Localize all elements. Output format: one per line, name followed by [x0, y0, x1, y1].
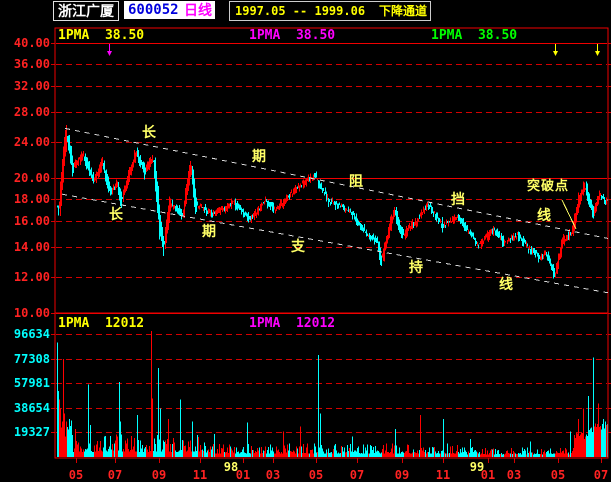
price-ma-label-3: 1PMA 38.50 — [431, 28, 518, 43]
candlestick-series[interactable] — [57, 125, 608, 279]
price-axis-label-28.00: 28.00 — [13, 105, 50, 119]
price-axis-label-36.00: 36.00 — [13, 57, 50, 71]
breakout-point-label: 突破点 — [527, 178, 570, 193]
support-line-label-char: 持 — [409, 259, 423, 275]
price-ma-label-2: 1PMA 38.50 — [249, 28, 336, 43]
price-axis-label-16.00: 16.00 — [13, 214, 50, 228]
support-line-label-char: 支 — [291, 238, 305, 254]
breakout-pointer-line — [561, 199, 577, 230]
x-axis-year-label: 98 — [223, 460, 239, 474]
support-line-label-char: 长 — [109, 206, 123, 222]
x-axis-month-label: 05 — [550, 468, 566, 482]
x-axis-year-label: 99 — [469, 460, 485, 474]
volume-ma-label-1: 1PMA 12012 — [58, 316, 145, 331]
volume-ma-label-2: 1PMA 12012 — [249, 316, 336, 331]
volume-axis-label-19327: 19327 — [13, 425, 50, 439]
overlay-marks — [107, 44, 600, 230]
x-axis-month-label: 07 — [593, 468, 609, 482]
resistance-line-label-char: 长 — [142, 124, 156, 140]
x-axis-month-label: 03 — [506, 468, 522, 482]
price-ma-label-1: 1PMA 38.50 — [58, 28, 145, 43]
x-axis-month-label: 11 — [435, 468, 451, 482]
price-axis-label-32.00: 32.00 — [13, 79, 50, 93]
price-axis-label-40.00: 40.00 — [13, 36, 50, 50]
price-axis-label-20.00: 20.00 — [13, 171, 50, 185]
x-axis-month-label: 07 — [349, 468, 365, 482]
volume-axis-label-38654: 38654 — [13, 401, 50, 415]
price-axis-label-14.00: 14.00 — [13, 240, 50, 254]
price-axis-label-12.00: 12.00 — [13, 270, 50, 284]
x-axis-month-label: 05 — [68, 468, 84, 482]
volume-axis-label-57981: 57981 — [13, 376, 50, 390]
volume-axis-label-77308: 77308 — [13, 352, 50, 366]
resistance-line-label-char: 挡 — [451, 191, 465, 207]
chart-canvas[interactable] — [0, 0, 611, 481]
volume-gridlines — [51, 334, 611, 433]
resistance-line-label-char: 期 — [252, 148, 266, 164]
x-axis-month-label: 11 — [192, 468, 208, 482]
price-axis-label-18.00: 18.00 — [13, 192, 50, 206]
support-line-label-char: 线 — [499, 276, 513, 292]
x-axis-month-label: 07 — [107, 468, 123, 482]
volume-bar-series[interactable] — [57, 331, 608, 457]
x-axis-month-label: 09 — [394, 468, 410, 482]
x-axis-ticks — [76, 458, 602, 463]
volume-axis-label-96634: 96634 — [13, 327, 50, 341]
x-axis-month-label: 05 — [308, 468, 324, 482]
descending-channel-lines — [61, 127, 609, 294]
price-axis-label-24.00: 24.00 — [13, 135, 50, 149]
support-line-label-char: 期 — [202, 223, 216, 239]
resistance-line-label-char: 线 — [537, 207, 551, 223]
x-axis-month-label: 09 — [151, 468, 167, 482]
price-axis-label-10.00: 10.00 — [13, 306, 50, 320]
resistance-line-label-char: 阻 — [349, 173, 363, 189]
x-axis-month-label: 03 — [265, 468, 281, 482]
